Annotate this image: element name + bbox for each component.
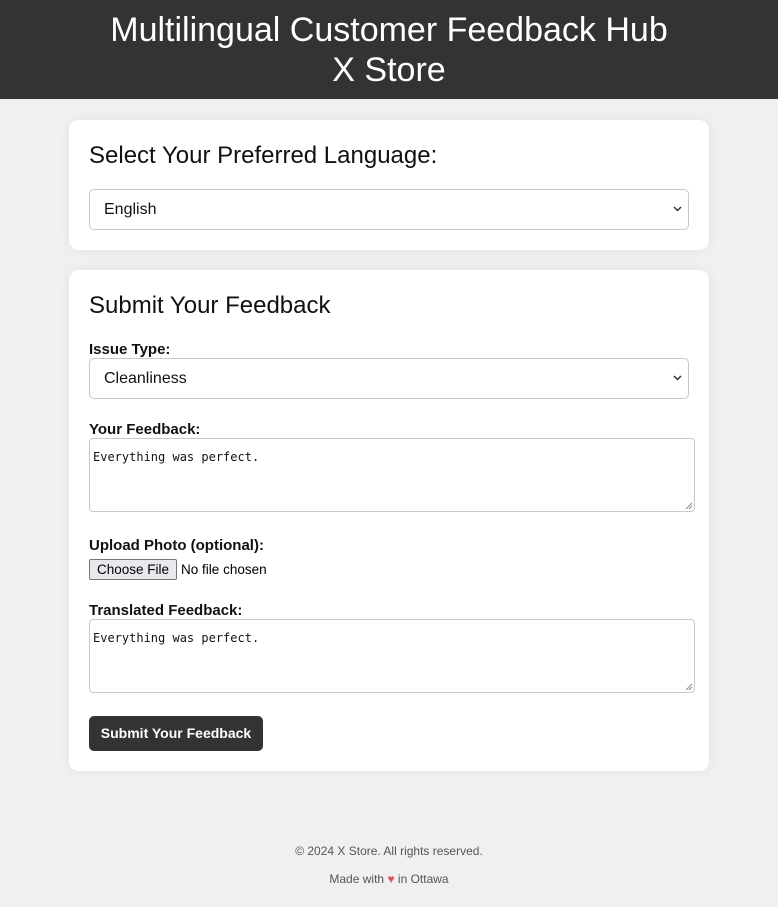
issue-type-label: Issue Type: (89, 341, 171, 358)
footer-made-with: Made with ♥ in Ottawa (0, 872, 778, 886)
translated-feedback-textarea[interactable]: Everything was perfect. (89, 619, 695, 693)
issue-type-select-value: Cleanliness (104, 370, 187, 387)
upload-photo-label: Upload Photo (optional): (89, 537, 264, 554)
chevron-down-icon (673, 375, 682, 381)
translated-feedback-label: Translated Feedback: (89, 602, 243, 619)
translated-feedback-text: Everything was perfect. (93, 631, 260, 645)
language-select-value: English (104, 201, 157, 218)
footer-copyright: © 2024 X Store. All rights reserved. (295, 844, 483, 858)
made-with-prefix: Made with (329, 872, 385, 886)
issue-type-select[interactable]: Cleanliness (89, 358, 689, 399)
file-status: No file chosen (181, 562, 267, 577)
page-title-line-2: X Store (332, 51, 446, 89)
feedback-textarea[interactable]: Everything was perfect. (89, 438, 695, 512)
language-heading: Select Your Preferred Language: (89, 142, 438, 169)
resize-grip-icon[interactable] (684, 682, 693, 691)
made-with-suffix: in Ottawa (397, 872, 449, 886)
resize-grip-icon[interactable] (684, 501, 693, 510)
page-title-line-1: Multilingual Customer Feedback Hub (110, 11, 668, 49)
feedback-text: Everything was perfect. (93, 450, 260, 464)
feedback-label: Your Feedback: (89, 421, 201, 438)
page-header: Multilingual Customer Feedback Hub X Sto… (0, 0, 778, 99)
language-select[interactable]: English (89, 189, 689, 230)
feedback-card: Submit Your Feedback Issue Type: Cleanli… (69, 270, 709, 771)
heart-icon: ♥ (387, 872, 395, 886)
file-upload: Choose File No file chosen (89, 559, 267, 580)
choose-file-button[interactable]: Choose File (89, 559, 178, 580)
submit-feedback-button[interactable]: Submit Your Feedback (89, 716, 263, 751)
language-card: Select Your Preferred Language: English (69, 120, 709, 250)
feedback-heading: Submit Your Feedback (89, 292, 331, 319)
chevron-down-icon (673, 206, 682, 212)
